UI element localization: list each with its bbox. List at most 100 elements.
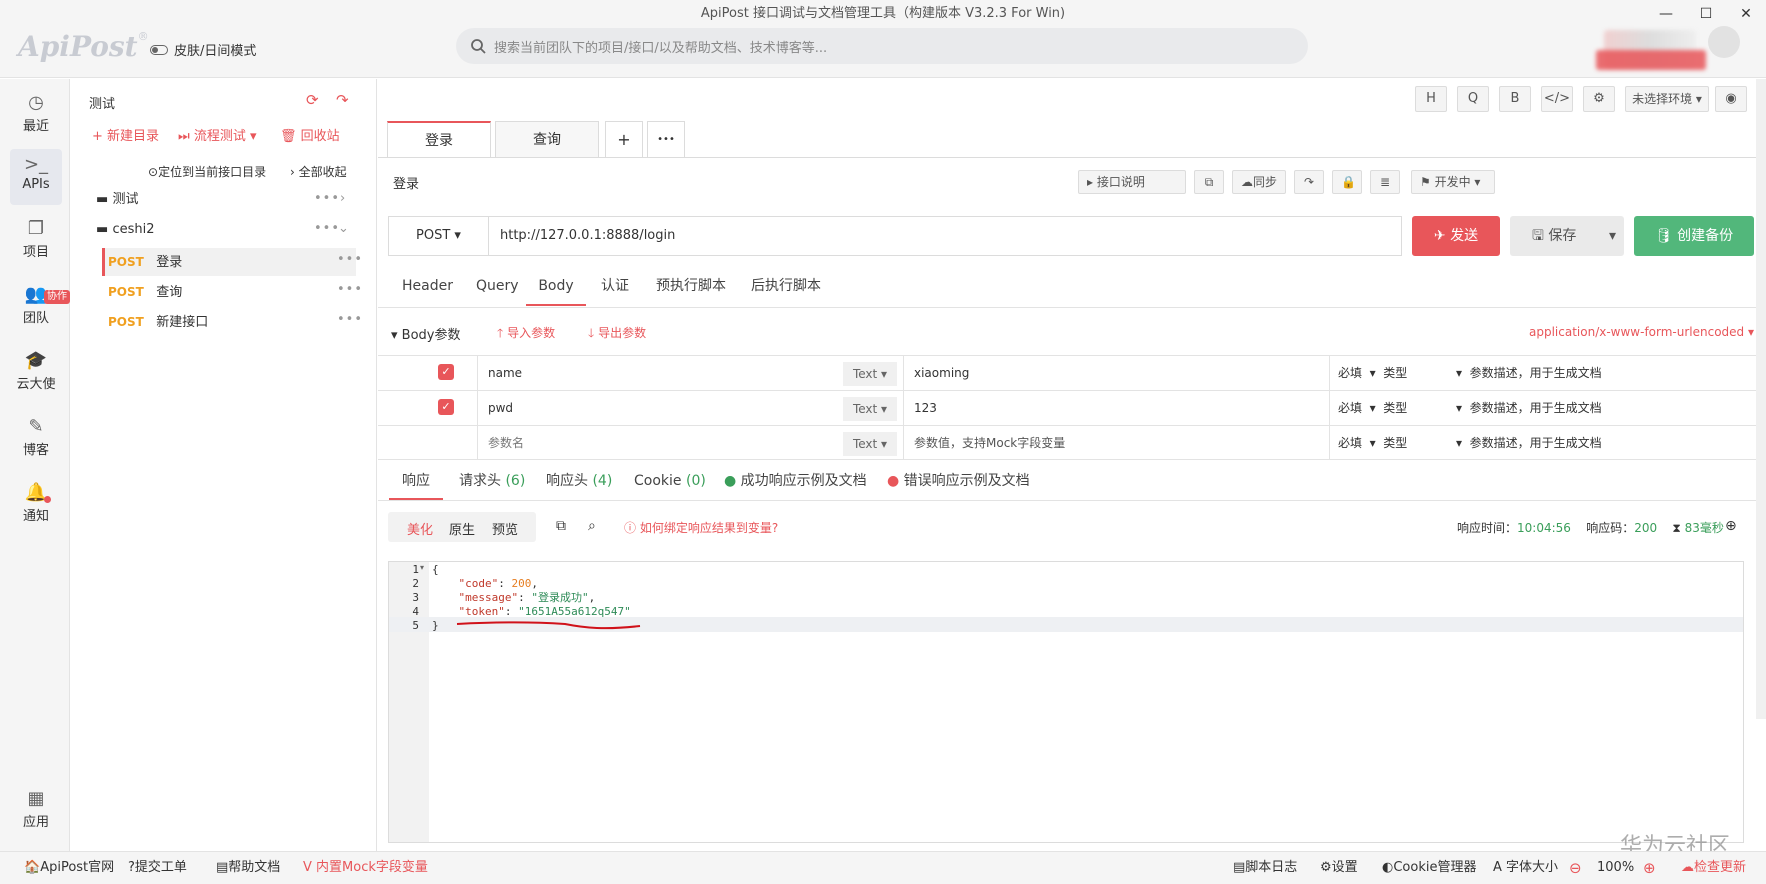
eye-icon[interactable]: ◉ [1715, 86, 1747, 112]
global-search-input[interactable]: 搜索当前团队下的项目/接口/以及帮助文档、技术博客等... [456, 28, 1308, 64]
refresh-icon[interactable]: ⟳ [306, 91, 319, 109]
method-select[interactable]: POST ▾ [389, 217, 489, 255]
param-desc[interactable]: ▾ 参数描述，用于生成文档 [1456, 358, 1602, 388]
row-checkbox[interactable]: ✓ [438, 364, 454, 380]
doc-button[interactable]: ▸ 接口说明 [1078, 170, 1186, 194]
tab-request-headers[interactable]: 请求头 (6) [459, 462, 525, 500]
param-key[interactable]: name [488, 358, 522, 388]
chevron-down-icon[interactable]: ⌄ [338, 221, 349, 236]
share-arrow-icon[interactable]: ↷ [1294, 170, 1324, 194]
view-preview[interactable]: 预览 [492, 519, 518, 538]
tab-response[interactable]: 响应 [389, 462, 443, 500]
param-value-placeholder[interactable]: 参数值，支持Mock字段变量 [914, 428, 1065, 458]
close-button[interactable]: ✕ [1726, 0, 1766, 28]
item-more-icon[interactable]: ••• [337, 252, 363, 267]
settings-button[interactable]: ⚙设置 [1320, 859, 1358, 877]
tab-auth[interactable]: 认证 [601, 266, 629, 306]
h-button[interactable]: H [1415, 86, 1447, 112]
url-input[interactable]: http://127.0.0.1:8888/login [500, 217, 675, 255]
tab-cookie[interactable]: Cookie (0) [634, 462, 706, 500]
site-link[interactable]: 🏠ApiPost官网 [24, 859, 114, 877]
folder-more-icon[interactable]: ••• [314, 221, 340, 236]
tab-add-button[interactable]: + [605, 121, 643, 157]
send-button[interactable]: ✈ 发送 [1412, 216, 1500, 256]
tune-icon[interactable]: ⚙ [1583, 86, 1615, 112]
minimize-button[interactable]: — [1646, 0, 1686, 28]
nav-apps[interactable]: ▦ 应用 [10, 783, 62, 839]
required-select[interactable]: 必填 ▾ 类型 [1338, 358, 1407, 388]
param-type-select[interactable]: Text ▾ [843, 362, 897, 386]
content-type-select[interactable]: application/x-www-form-urlencoded ▾ [1529, 325, 1754, 339]
share-icon[interactable]: ↷ [336, 91, 349, 109]
tree-item-query[interactable]: POST 查询 [108, 278, 182, 306]
fold-icon[interactable]: ▾ [420, 563, 424, 572]
tab-response-headers[interactable]: 响应头 (4) [546, 462, 612, 500]
view-pretty[interactable]: 美化 [407, 519, 433, 538]
tab-header[interactable]: Header [402, 266, 453, 306]
param-desc[interactable]: ▾ 参数描述，用于生成文档 [1456, 393, 1602, 423]
param-key-placeholder[interactable]: 参数名 [488, 428, 524, 458]
cookie-manager-button[interactable]: ◐Cookie管理器 [1382, 859, 1476, 877]
tab-pre-script[interactable]: 预执行脚本 [656, 266, 726, 306]
item-more-icon[interactable]: ••• [337, 282, 363, 297]
flow-test-button[interactable]: ⏭ 流程测试 ▾ [178, 125, 257, 144]
zoom-out-button[interactable]: ⊖ [1569, 859, 1582, 877]
tab-more-button[interactable]: ••• [647, 121, 685, 157]
item-more-icon[interactable]: ••• [337, 312, 363, 327]
nav-apis[interactable]: >_ APIs [10, 149, 62, 205]
nav-blog[interactable]: ✎ 博客 [10, 411, 62, 467]
folder-more-icon[interactable]: ••• [314, 191, 340, 206]
body-params-toggle[interactable]: ▾ Body参数 [391, 324, 461, 343]
required-select[interactable]: 必填 ▾ 类型 [1338, 428, 1407, 458]
env-select[interactable]: 未选择环境 ▾ [1625, 86, 1709, 112]
skin-toggle[interactable]: 皮肤/日间模式 [150, 40, 256, 59]
nav-team[interactable]: 👥 团队 [10, 279, 62, 335]
download-icon[interactable]: ⊕ [1725, 518, 1737, 534]
copy-icon[interactable]: ⧉ [556, 518, 566, 534]
script-log-button[interactable]: ▤脚本日志 [1233, 859, 1297, 877]
b-button[interactable]: B [1499, 86, 1531, 112]
ticket-link[interactable]: ?提交工单 [128, 859, 187, 877]
param-value[interactable]: 123 [914, 393, 937, 423]
tree-item-login[interactable]: POST 登录 [108, 248, 182, 276]
check-update-button[interactable]: ☁检查更新 [1681, 859, 1746, 877]
database-icon[interactable]: ≣ [1370, 170, 1400, 194]
create-backup-button[interactable]: 🛢 创建备份 [1634, 216, 1754, 256]
code-button[interactable]: </> [1541, 86, 1573, 112]
lock-icon[interactable]: 🔒 [1332, 170, 1362, 194]
tab-query-params[interactable]: Query [476, 266, 519, 306]
save-button[interactable]: 🖫 保存 ▾ [1510, 216, 1624, 256]
tab-query[interactable]: 查询 [495, 121, 599, 157]
new-dir-button[interactable]: + 新建目录 [92, 125, 159, 144]
nav-recent[interactable]: ◷ 最近 [10, 87, 62, 143]
param-type-select[interactable]: Text ▾ [843, 397, 897, 421]
tab-login[interactable]: 登录 [387, 121, 491, 157]
nav-project[interactable]: ❐ 项目 [10, 213, 62, 269]
param-value[interactable]: xiaoming [914, 358, 969, 388]
view-raw[interactable]: 原生 [449, 519, 475, 538]
param-key[interactable]: pwd [488, 393, 513, 423]
nav-notify[interactable]: 🔔 通知 [10, 477, 62, 533]
export-params-button[interactable]: 🡓 导出参数 [588, 324, 646, 345]
param-type-select[interactable]: Text ▾ [843, 432, 897, 456]
tab-success-example[interactable]: ● 成功响应示例及文档 [724, 462, 867, 500]
sync-button[interactable]: ☁同步 [1232, 170, 1287, 194]
tab-error-example[interactable]: ● 错误响应示例及文档 [887, 462, 1030, 500]
locate-button[interactable]: ⊙定位到当前接口目录 [148, 163, 266, 180]
nav-cloud[interactable]: 🎓 云大使 [10, 345, 62, 401]
tab-post-script[interactable]: 后执行脚本 [751, 266, 821, 306]
avatar[interactable] [1708, 26, 1740, 58]
maximize-button[interactable]: ☐ [1686, 0, 1726, 28]
chevron-right-icon[interactable]: › [340, 191, 345, 206]
zoom-in-button[interactable]: ⊕ [1643, 859, 1656, 877]
bind-help-link[interactable]: ⓘ 如何绑定响应结果到变量? [624, 519, 778, 536]
main-scrollbar[interactable] [1756, 79, 1766, 719]
mock-link[interactable]: V 内置Mock字段变量 [303, 859, 428, 877]
collapse-all-button[interactable]: › 全部收起 [290, 163, 347, 180]
help-link[interactable]: ▤帮助文档 [216, 859, 280, 877]
required-select[interactable]: 必填 ▾ 类型 [1338, 393, 1407, 423]
copy-icon[interactable]: ⧉ [1194, 170, 1224, 194]
status-select[interactable]: ⚑ 开发中 ▾ [1411, 170, 1495, 194]
recycle-button[interactable]: 🗑 回收站 [280, 125, 340, 144]
search-icon[interactable]: ⌕ [588, 518, 596, 534]
